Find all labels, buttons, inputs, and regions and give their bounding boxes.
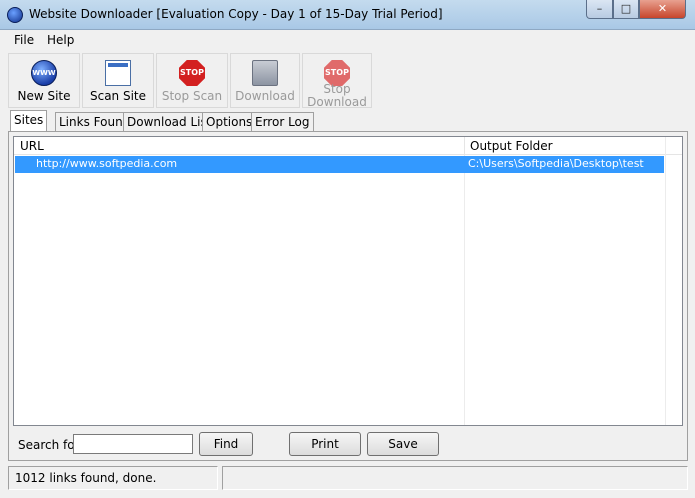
table-row[interactable]: http://www.softpedia.com C:\Users\Softpe… [15, 156, 664, 173]
download-button[interactable]: Download [230, 53, 300, 108]
status-bar: 1012 links found, done. [8, 466, 688, 490]
search-input[interactable] [73, 434, 193, 454]
list-header: URL Output Folder [14, 137, 682, 155]
scan-site-button[interactable]: Scan Site [82, 53, 154, 108]
toolbar: WWW New Site Scan Site STOP Stop Scan Do… [8, 53, 678, 109]
download-label: Download [235, 89, 295, 103]
window-title: Website Downloader [Evaluation Copy - Da… [29, 7, 443, 21]
app-globe-icon [7, 7, 23, 23]
print-button[interactable]: Print [289, 432, 361, 456]
column-divider[interactable] [464, 137, 465, 155]
new-site-label: New Site [17, 89, 71, 103]
sites-list[interactable]: URL Output Folder http://www.softpedia.c… [13, 136, 683, 426]
tab-sites[interactable]: Sites [10, 110, 48, 132]
stop-scan-button[interactable]: STOP Stop Scan [156, 53, 228, 108]
tab-error-log[interactable]: Error Log [251, 112, 314, 132]
search-area: Search for Find Print Save [9, 430, 689, 460]
search-label: Search for [18, 438, 80, 452]
title-bar: Website Downloader [Evaluation Copy - Da… [0, 0, 695, 30]
maximize-button[interactable]: □ [613, 0, 639, 19]
row-output-folder: C:\Users\Softpedia\Desktop\test [468, 157, 644, 170]
stop-download-label-2: Download [307, 95, 367, 109]
column-gridline [665, 137, 666, 425]
column-gridline [464, 155, 465, 425]
menu-bar: File Help [0, 30, 695, 50]
menu-file[interactable]: File [14, 33, 34, 47]
close-button[interactable]: ✕ [639, 0, 686, 19]
row-url: http://www.softpedia.com [36, 157, 178, 170]
save-button[interactable]: Save [367, 432, 439, 456]
status-message: 1012 links found, done. [8, 466, 218, 490]
stop-download-button[interactable]: STOP Stop Download [302, 53, 372, 109]
scan-site-icon [105, 60, 131, 86]
stop-scan-label: Stop Scan [161, 89, 223, 103]
column-url[interactable]: URL [20, 139, 44, 153]
globe-icon: WWW [31, 60, 57, 86]
column-output-folder[interactable]: Output Folder [470, 139, 553, 153]
sites-panel: URL Output Folder http://www.softpedia.c… [8, 131, 688, 461]
minimize-button[interactable]: – [586, 0, 613, 19]
scan-site-label: Scan Site [89, 89, 147, 103]
tab-options[interactable]: Options [202, 112, 257, 132]
tab-strip: Sites Links Found Download List Options … [8, 110, 688, 132]
stop-icon: STOP [179, 60, 205, 86]
find-button[interactable]: Find [199, 432, 253, 456]
download-computer-icon [252, 60, 278, 86]
new-site-button[interactable]: WWW New Site [8, 53, 80, 108]
menu-help[interactable]: Help [47, 33, 74, 47]
status-panel [222, 466, 688, 490]
